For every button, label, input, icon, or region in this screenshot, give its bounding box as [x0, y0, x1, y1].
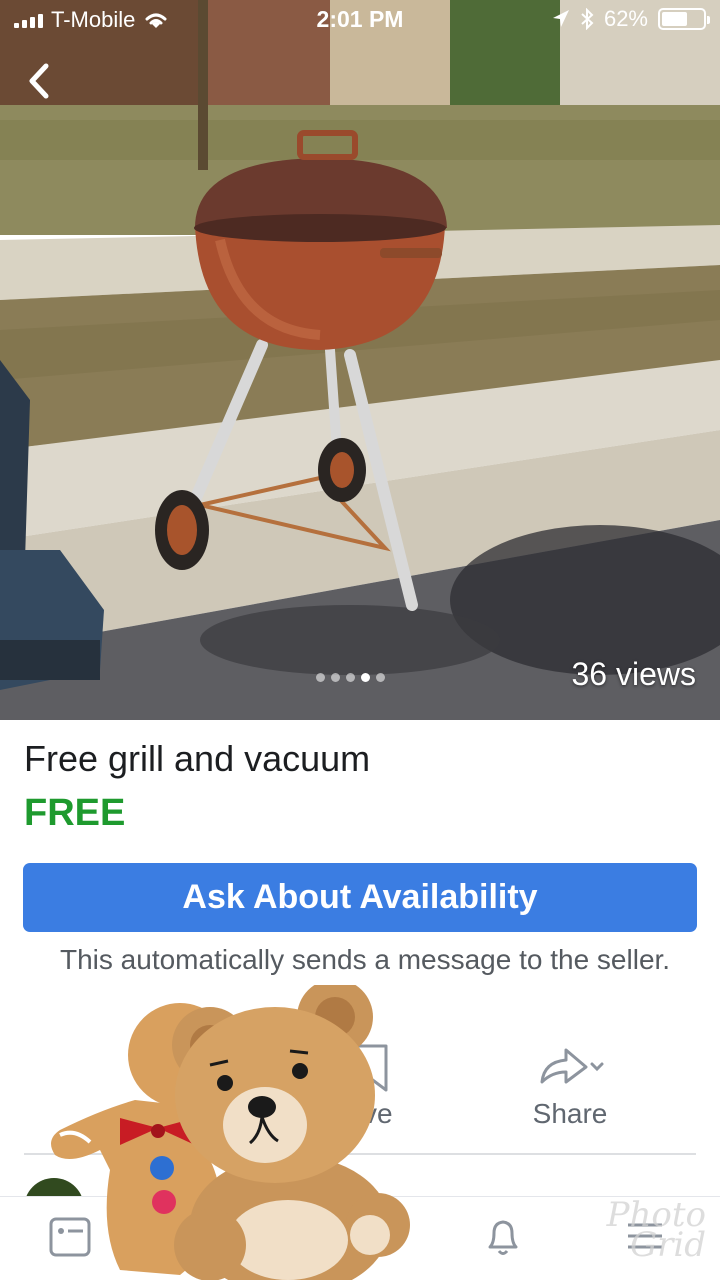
back-button[interactable]: [20, 58, 60, 104]
bluetooth-icon: [581, 8, 594, 30]
ask-note-text: This automatically sends a message to th…: [60, 944, 671, 975]
photo-carousel-dots[interactable]: [316, 673, 385, 682]
carousel-dot[interactable]: [316, 673, 325, 682]
location-arrow-icon: [552, 10, 569, 27]
chevron-left-icon: [29, 63, 49, 99]
carousel-dot[interactable]: [361, 673, 370, 682]
teddy-bear-sticker: [172, 985, 410, 1280]
listing-price: FREE: [24, 792, 126, 834]
listing-title: Free grill and vacuum: [24, 738, 371, 779]
status-bar: T-Mobile 2:01 PM 62%: [0, 0, 720, 40]
share-label: Share: [532, 1098, 608, 1129]
watermark-text: Photo Grid: [607, 1198, 706, 1262]
bell-icon: [488, 1220, 518, 1255]
share-button[interactable]: Share: [470, 1030, 670, 1140]
nav-notifications[interactable]: [478, 1211, 538, 1271]
carousel-dot[interactable]: [376, 673, 385, 682]
views-count: 36 views: [571, 656, 697, 692]
share-arrow-icon: [540, 1048, 604, 1084]
ask-about-availability-button[interactable]: Ask About Availability: [23, 863, 697, 932]
listing-photo[interactable]: [0, 0, 720, 720]
status-right: 62%: [552, 6, 710, 32]
grill-photo-image: [0, 0, 720, 720]
battery-percent: 62%: [603, 6, 648, 31]
carousel-dot[interactable]: [346, 673, 355, 682]
battery-icon: [658, 8, 710, 30]
battery-fill: [662, 12, 687, 26]
carousel-dot[interactable]: [331, 673, 340, 682]
